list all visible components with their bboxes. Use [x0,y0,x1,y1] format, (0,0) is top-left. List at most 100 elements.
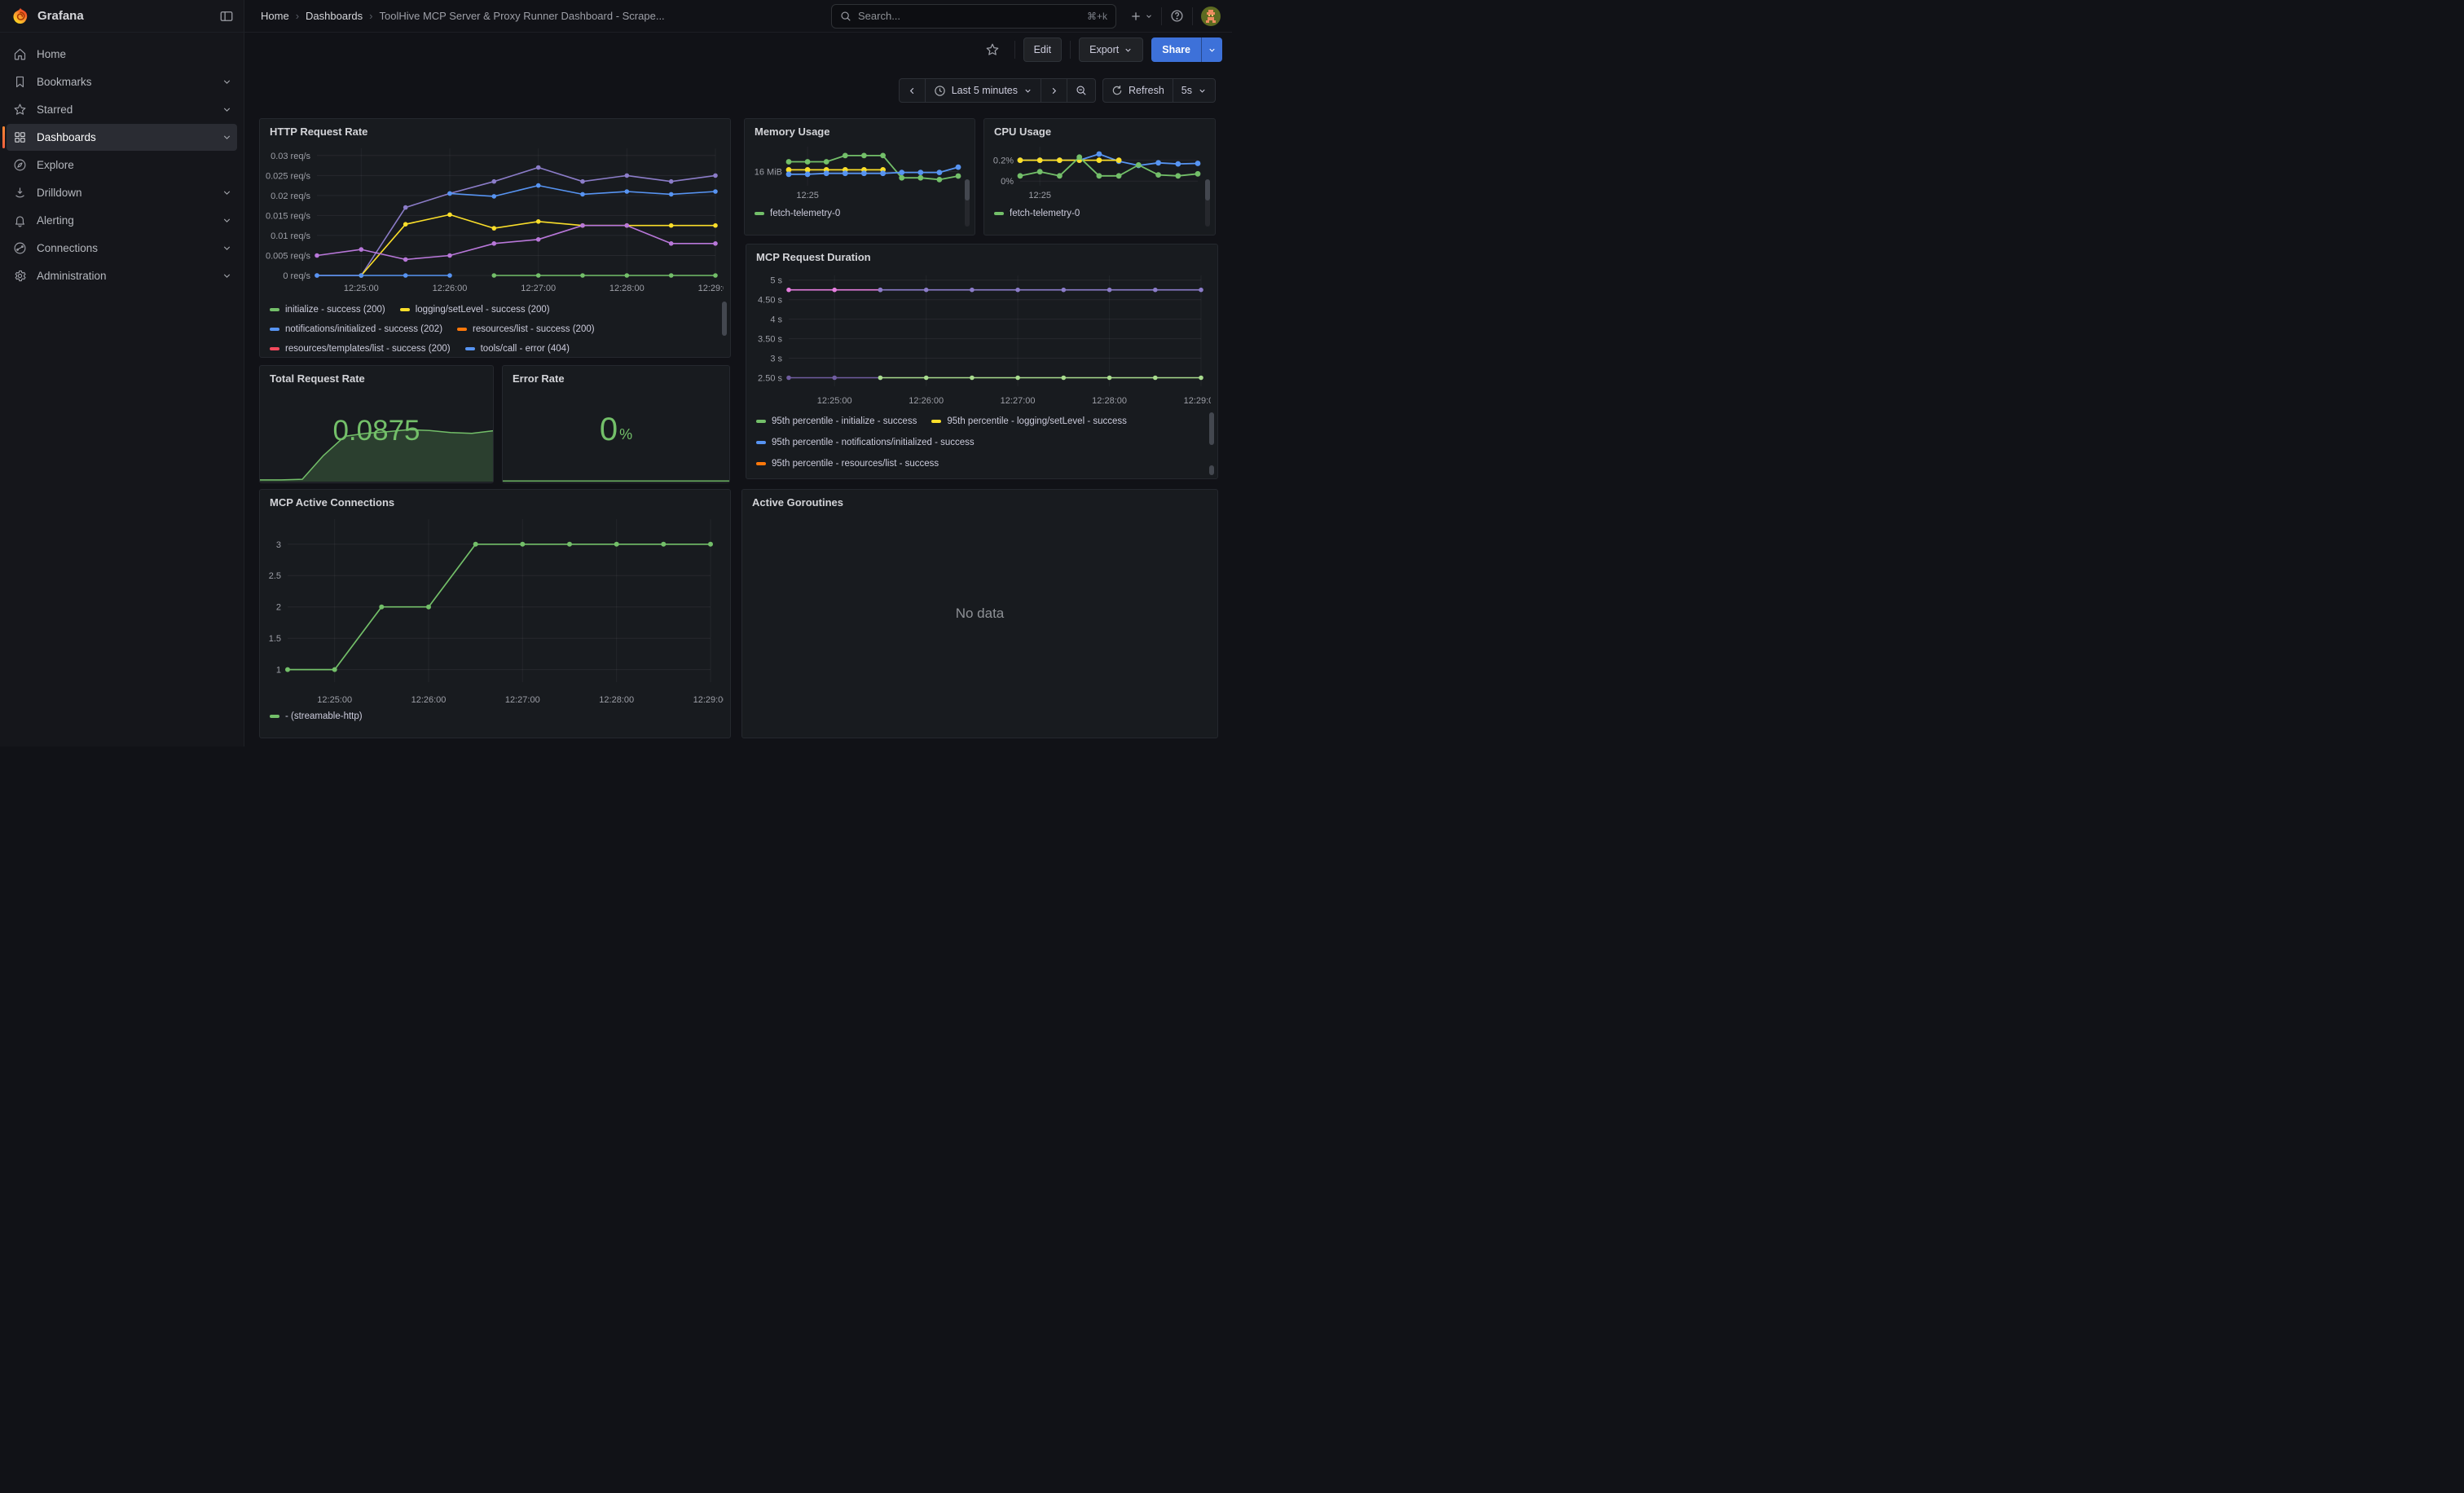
chart-legend: fetch-telemetry-0 [755,209,963,230]
legend-item[interactable]: resources/list - success (200) [457,324,595,334]
svg-text:2.5: 2.5 [269,571,281,581]
panel-mcp-active-connections: MCP Active Connections 32.521.5112:25:00… [259,489,731,738]
legend-swatch [270,715,279,718]
svg-text:12:26:00: 12:26:00 [909,396,944,406]
sidebar-item-label: Starred [37,103,73,116]
nav-sidebar: HomeBookmarks Starred DashboardsExploreDri… [0,33,244,746]
mcp-active-connections-chart[interactable]: 32.521.5112:25:0012:26:0012:27:0012:28:0… [263,511,724,707]
svg-text:0.02 req/s: 0.02 req/s [271,192,310,201]
search-shortcut: ⌘+k [1087,11,1107,22]
panel-title[interactable]: CPU Usage [984,119,1215,138]
stat-value: 0.0875 [332,416,420,445]
home-icon [13,47,27,61]
legend-row: 95th percentile - notifications/initiali… [756,432,1206,453]
svg-text:0.01 req/s: 0.01 req/s [271,231,310,241]
sidebar-item-administration[interactable]: Administration [7,262,237,289]
legend-label: 95th percentile - initialize - success [772,416,917,426]
time-shift-forward-button[interactable] [1041,78,1067,103]
svg-text:12:27:00: 12:27:00 [1001,396,1036,406]
add-button[interactable] [1129,10,1153,23]
search-input[interactable] [858,10,1080,22]
legend-item[interactable]: 95th percentile - initialize - success [756,416,917,426]
refresh-button[interactable]: Refresh [1102,78,1173,103]
svg-text:12:28:00: 12:28:00 [1092,396,1127,406]
sidebar-item-starred[interactable]: Starred [7,96,237,123]
legend-label: fetch-telemetry-0 [1010,209,1080,218]
panel-title[interactable]: MCP Request Duration [746,244,1217,263]
svg-text:12:25:00: 12:25:00 [317,695,352,705]
legend-item[interactable]: 95th percentile - notifications/initiali… [756,438,975,447]
legend-item[interactable]: tools/call - error (404) [465,344,570,354]
chevron-down-icon [222,104,232,115]
grafana-app: Grafana Home › Dashboards › ToolHive MCP… [0,0,1232,746]
gear-icon [13,269,27,283]
divider [1192,7,1193,25]
legend-scrollbar[interactable] [722,302,727,336]
legend-item[interactable]: 95th percentile - logging/setLevel - suc… [931,416,1127,426]
legend-item[interactable]: - (streamable-http) [270,711,363,721]
legend-item[interactable]: initialize - success (200) [270,305,385,315]
svg-text:5 s: 5 s [770,276,782,286]
edit-button[interactable]: Edit [1023,37,1063,62]
legend-item[interactable]: 95th percentile - resources/list - succe… [756,459,939,469]
sidebar-item-dashboards[interactable]: Dashboards [7,124,237,151]
help-icon[interactable] [1170,9,1184,23]
panel-memory-usage: Memory Usage 16 MiB12:25 fetch-telemetry… [744,118,975,236]
svg-text:16 MiB: 16 MiB [755,168,782,178]
user-avatar[interactable] [1201,7,1221,26]
top-bar: Grafana Home › Dashboards › ToolHive MCP… [0,0,1232,33]
chart-legend: initialize - success (200) logging/setLev… [270,300,719,357]
search-icon [840,11,851,22]
mcp-request-duration-chart[interactable]: 5 s4.50 s4 s3.50 s3 s2.50 s12:25:0012:26… [750,267,1211,407]
legend-scrollbar[interactable] [965,179,970,200]
legend-label: resources/templates/list - success (200) [285,344,451,354]
chart-legend: fetch-telemetry-0 [994,209,1203,230]
sidebar-item-bookmarks[interactable]: Bookmarks [7,68,237,95]
sidebar-item-connections[interactable]: Connections [7,235,237,262]
memory-usage-chart[interactable]: 16 MiB12:25 [748,140,966,202]
legend-swatch [270,328,279,331]
legend-label: initialize - success (200) [285,305,385,315]
panel-corner-scrollbar[interactable] [1209,465,1214,475]
share-caret-button[interactable] [1201,37,1222,62]
export-button[interactable]: Export [1079,37,1143,62]
refresh-interval-picker[interactable]: 5s [1173,78,1216,103]
grafana-logo[interactable] [11,7,29,25]
legend-item[interactable]: fetch-telemetry-0 [994,209,1080,218]
http-request-rate-chart[interactable]: 0 req/s0.005 req/s0.01 req/s0.015 req/s0… [263,142,724,295]
search-bar[interactable]: ⌘+k [831,4,1116,29]
svg-text:3.50 s: 3.50 s [758,335,782,345]
breadcrumb-dashboards[interactable]: Dashboards [306,10,363,22]
breadcrumb: Home › Dashboards › ToolHive MCP Server … [261,10,665,22]
legend-item[interactable]: logging/setLevel - success (200) [400,305,550,315]
svg-text:3: 3 [276,540,281,550]
legend-scrollbar[interactable] [1209,412,1214,445]
legend-label: notifications/initialized - success (202… [285,324,442,334]
panel-title[interactable]: MCP Active Connections [260,490,730,509]
legend-item[interactable]: resources/templates/list - success (200) [270,344,451,354]
zoom-out-button[interactable] [1067,78,1096,103]
time-shift-back-button[interactable] [899,78,926,103]
sidebar-item-home[interactable]: Home [7,41,237,68]
sidebar-item-alerting[interactable]: Alerting [7,207,237,234]
panel-title[interactable]: Memory Usage [745,119,975,138]
favorite-star-icon[interactable] [985,42,1000,57]
legend-label: 95th percentile - logging/setLevel - suc… [947,416,1127,426]
legend-scrollbar[interactable] [1205,179,1210,200]
chevron-down-icon [222,132,232,143]
divider [1014,41,1015,59]
share-button[interactable]: Share [1151,37,1201,62]
sidebar-item-drilldown[interactable]: Drilldown [7,179,237,206]
panel-active-goroutines: Active Goroutines No data [741,489,1218,738]
legend-item[interactable]: fetch-telemetry-0 [755,209,840,218]
legend-swatch [465,347,475,350]
sidebar-header: Grafana [0,0,244,32]
sidebar-toggle-icon[interactable] [219,9,234,24]
panel-title[interactable]: HTTP Request Rate [260,119,730,138]
legend-item[interactable]: notifications/initialized - success (202… [270,324,442,334]
breadcrumb-home[interactable]: Home [261,10,289,22]
cpu-usage-chart[interactable]: 0.2%0%12:25 [988,140,1206,202]
chevron-down-icon [222,77,232,87]
time-range-picker[interactable]: Last 5 minutes [925,78,1041,103]
sidebar-item-explore[interactable]: Explore [7,152,237,178]
